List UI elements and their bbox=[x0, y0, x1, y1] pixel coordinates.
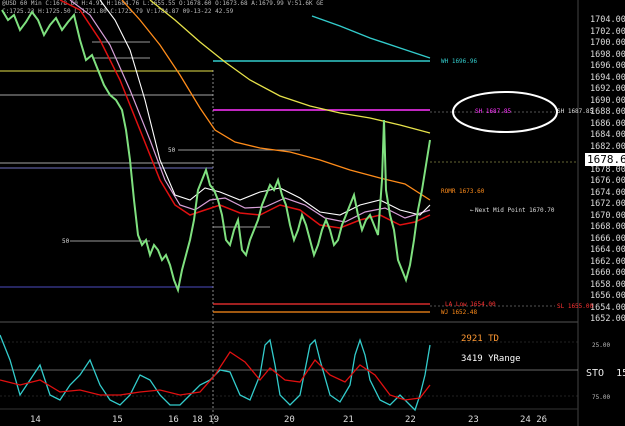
price-tick: 1654.00 bbox=[590, 302, 625, 313]
wh-level-label: WH 1696.96 bbox=[441, 58, 478, 65]
price-tick: 1684.00 bbox=[590, 130, 625, 140]
price-tick: 1704.00 bbox=[590, 15, 625, 25]
sto-name: STO bbox=[586, 368, 605, 379]
time-tick: 20 bbox=[284, 415, 295, 425]
price-tick: 1670.00 bbox=[590, 210, 625, 221]
sto-indicator-label: STO 15. bbox=[586, 368, 625, 379]
price-tick: 1702.00 bbox=[590, 26, 625, 37]
time-tick: 16 bbox=[168, 415, 179, 425]
time-tick: 15 bbox=[112, 415, 123, 425]
time-tick: 24 26 bbox=[520, 415, 548, 425]
sto-axis-bottom: 75.00 bbox=[592, 394, 611, 401]
price-tick: 1674.00 bbox=[590, 187, 625, 198]
price-tick: 1688.00 bbox=[590, 107, 625, 117]
price-tick: 1664.00 bbox=[590, 245, 625, 255]
price-tick: 1656.00 bbox=[590, 291, 625, 301]
sto-fast-line bbox=[0, 334, 431, 412]
sh-level-label: SH 1687.85 bbox=[557, 108, 594, 115]
time-tick: 23 bbox=[468, 415, 479, 425]
price-tick: 1658.00 bbox=[590, 279, 625, 290]
time-tick: 14 bbox=[30, 415, 41, 425]
highlight-ellipse bbox=[452, 91, 558, 133]
sto-value: 15. bbox=[616, 368, 625, 379]
price-tick: 1692.00 bbox=[590, 84, 625, 94]
red-ma-line bbox=[59, 0, 431, 229]
cyan-ma-line bbox=[311, 15, 431, 59]
price-tick: 1690.00 bbox=[590, 95, 625, 106]
fifty-label: 50 bbox=[168, 147, 176, 154]
next-mid-label: Next Mid Point 1670.70 bbox=[475, 207, 555, 214]
price-tick: 1668.00 bbox=[590, 222, 625, 232]
sto-axis-top: 25.00 bbox=[592, 342, 611, 349]
price-tick: 1676.00 bbox=[590, 176, 625, 186]
price-tick: 1666.00 bbox=[590, 233, 625, 244]
price-tick: 1678.00 bbox=[590, 164, 625, 175]
price-tick: 1662.00 bbox=[590, 256, 625, 267]
price-tick: 1660.00 bbox=[590, 268, 625, 278]
sl-level-label: SL 1655.00 bbox=[557, 303, 594, 310]
price-tick: 1700.00 bbox=[590, 38, 625, 48]
price-tick: 1682.00 bbox=[590, 141, 625, 152]
last-price-badge: 1678.60 bbox=[585, 153, 625, 166]
arrow-icon: ← bbox=[470, 207, 474, 214]
price-tick: 1686.00 bbox=[590, 118, 625, 129]
price-tick: 1672.00 bbox=[590, 199, 625, 209]
price-tick: 1696.00 bbox=[590, 61, 625, 71]
yellow-ma-line bbox=[149, 0, 431, 134]
price-tick: 1652.00 bbox=[590, 314, 625, 324]
orange-ma-line bbox=[121, 0, 431, 201]
price-tick: 1694.00 bbox=[590, 72, 625, 83]
low-level-label: LA Low 1654.00 bbox=[445, 301, 496, 308]
pink-ma-line bbox=[69, 0, 431, 223]
td-annotation: 2921 TD bbox=[461, 334, 499, 344]
wj-level-label: WJ 1652.48 bbox=[441, 309, 478, 316]
price-tick: 1698.00 bbox=[590, 49, 625, 60]
time-tick: 22 bbox=[405, 415, 416, 425]
time-tick: 21 bbox=[343, 415, 354, 425]
time-tick: 18 19 bbox=[192, 415, 220, 425]
fifty-label-2: 50 bbox=[62, 238, 70, 245]
rmr-label: ROMR 1673.60 bbox=[441, 188, 485, 195]
yrange-annotation: 3419 YRange bbox=[461, 354, 521, 364]
